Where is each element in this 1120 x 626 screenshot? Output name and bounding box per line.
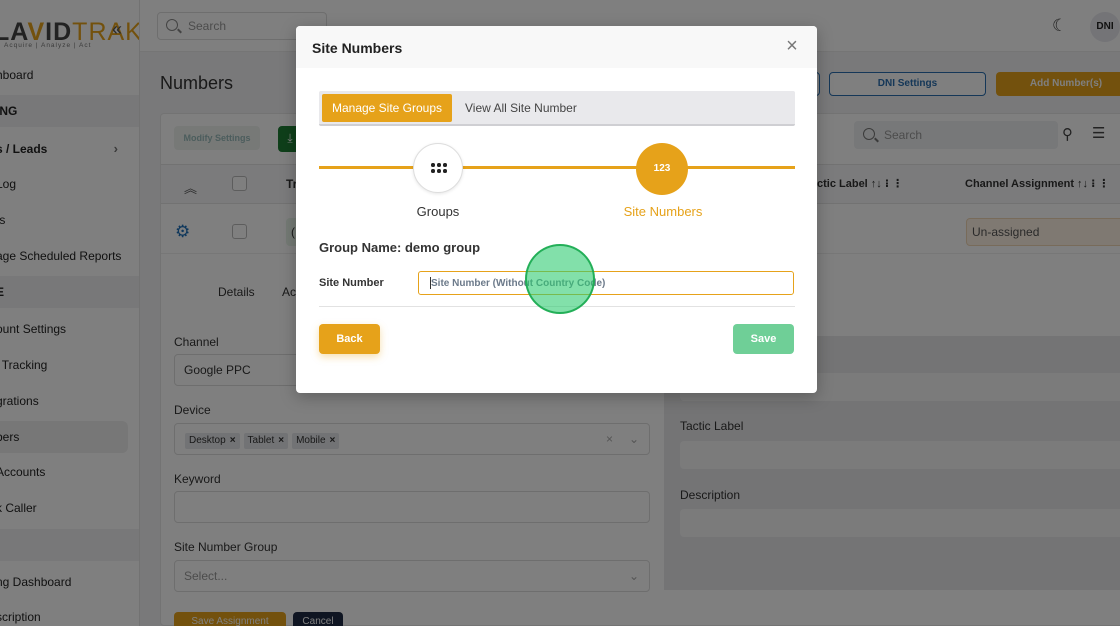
back-button[interactable]: Back xyxy=(319,324,380,354)
step-site-numbers[interactable]: 123 xyxy=(636,143,688,195)
group-name-heading: Group Name: demo group xyxy=(319,240,481,255)
text-cursor xyxy=(430,277,431,289)
stepper-line xyxy=(319,166,795,169)
modal-tab-bar: Manage Site Groups View All Site Number xyxy=(319,91,795,126)
step-site-numbers-label: Site Numbers xyxy=(623,204,703,219)
save-button[interactable]: Save xyxy=(733,324,794,354)
tab-view-all-site-number[interactable]: View All Site Number xyxy=(465,94,577,122)
step-groups[interactable] xyxy=(413,143,463,193)
modal-header: Site Numbers × xyxy=(296,26,817,68)
close-icon[interactable]: × xyxy=(782,36,802,56)
tab-manage-site-groups[interactable]: Manage Site Groups xyxy=(322,94,452,122)
modal-title: Site Numbers xyxy=(312,40,403,56)
click-indicator xyxy=(525,244,595,314)
site-number-input[interactable] xyxy=(418,271,794,295)
grid-dots-icon xyxy=(431,163,447,173)
site-number-label: Site Number xyxy=(319,277,384,289)
site-numbers-modal: Site Numbers × Manage Site Groups View A… xyxy=(296,26,817,393)
step-groups-label: Groups xyxy=(416,204,460,219)
